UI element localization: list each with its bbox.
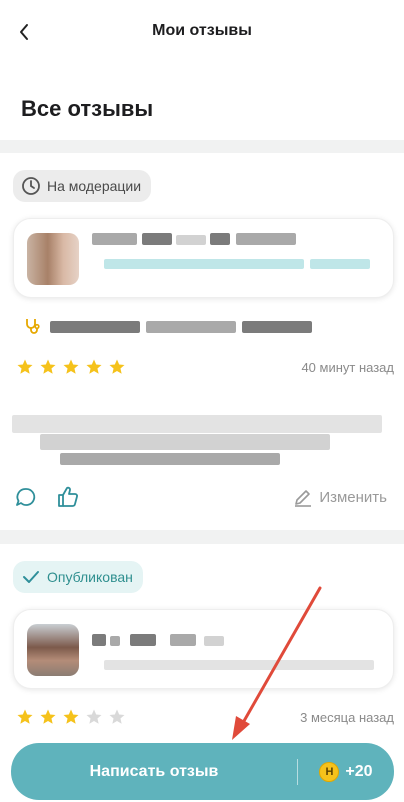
- check-icon: [21, 567, 41, 587]
- status-badge: На модерации: [13, 170, 152, 202]
- redacted-text: [236, 233, 296, 245]
- redacted-text: [104, 660, 374, 670]
- header-title: Мои отзывы: [152, 22, 252, 39]
- redacted-text: [60, 453, 280, 465]
- clinic-card[interactable]: [13, 609, 394, 689]
- clinic-photo: [27, 624, 79, 676]
- stethoscope-icon: [26, 319, 40, 334]
- redacted-text: [50, 321, 140, 333]
- star-icon: [40, 359, 56, 374]
- redacted-text: [12, 415, 382, 433]
- star-icon: [109, 359, 125, 374]
- redacted-text: [146, 321, 236, 333]
- bonus-points: Н +20: [298, 761, 394, 782]
- redacted-text: [310, 259, 370, 269]
- redacted-text: [40, 434, 330, 450]
- rating-stars: [16, 708, 126, 726]
- redacted-text: [142, 233, 172, 245]
- star-icon: [63, 709, 79, 724]
- redacted-text: [204, 636, 224, 646]
- coin-icon: Н: [319, 761, 340, 782]
- comment-icon[interactable]: [14, 485, 38, 509]
- redacted-text: [110, 636, 120, 646]
- redacted-text: [176, 235, 206, 245]
- write-review-button[interactable]: Написать отзыв Н +20: [11, 743, 394, 800]
- star-icon: [17, 709, 33, 724]
- edit-button[interactable]: Изменить: [293, 487, 387, 507]
- clock-icon: [21, 176, 41, 196]
- status-label: На модерации: [47, 178, 142, 194]
- review-date: 40 минут назад: [301, 360, 394, 375]
- redacted-text: [210, 233, 230, 245]
- star-icon: [63, 359, 79, 374]
- review-date: 3 месяца назад: [300, 710, 394, 725]
- star-icon: [86, 709, 102, 724]
- redacted-text: [104, 259, 304, 269]
- star-icon: [86, 359, 102, 374]
- write-review-label: Написать отзыв: [89, 762, 219, 780]
- rating-stars: [16, 358, 126, 376]
- status-label: Опубликован: [47, 569, 133, 585]
- thumbs-up-icon[interactable]: [56, 485, 80, 509]
- bonus-value: +20: [345, 762, 373, 780]
- pencil-icon: [295, 490, 312, 507]
- star-icon: [40, 709, 56, 724]
- star-icon: [109, 709, 125, 724]
- redacted-text: [92, 233, 137, 245]
- edit-label: Изменить: [319, 488, 387, 506]
- redacted-text: [130, 634, 156, 646]
- redacted-text: [170, 634, 196, 646]
- redacted-text: [92, 634, 106, 646]
- clinic-photo: [27, 233, 79, 285]
- redacted-text: [242, 321, 312, 333]
- status-badge: Опубликован: [13, 561, 143, 593]
- review-actions: [14, 485, 80, 509]
- star-icon: [17, 359, 33, 374]
- clinic-card[interactable]: [13, 218, 394, 298]
- header: Мои отзывы Все отзывы: [0, 0, 404, 140]
- review-card: На модерации 40 минут назад Изменить: [0, 153, 404, 530]
- page-title: Все отзывы: [21, 96, 154, 121]
